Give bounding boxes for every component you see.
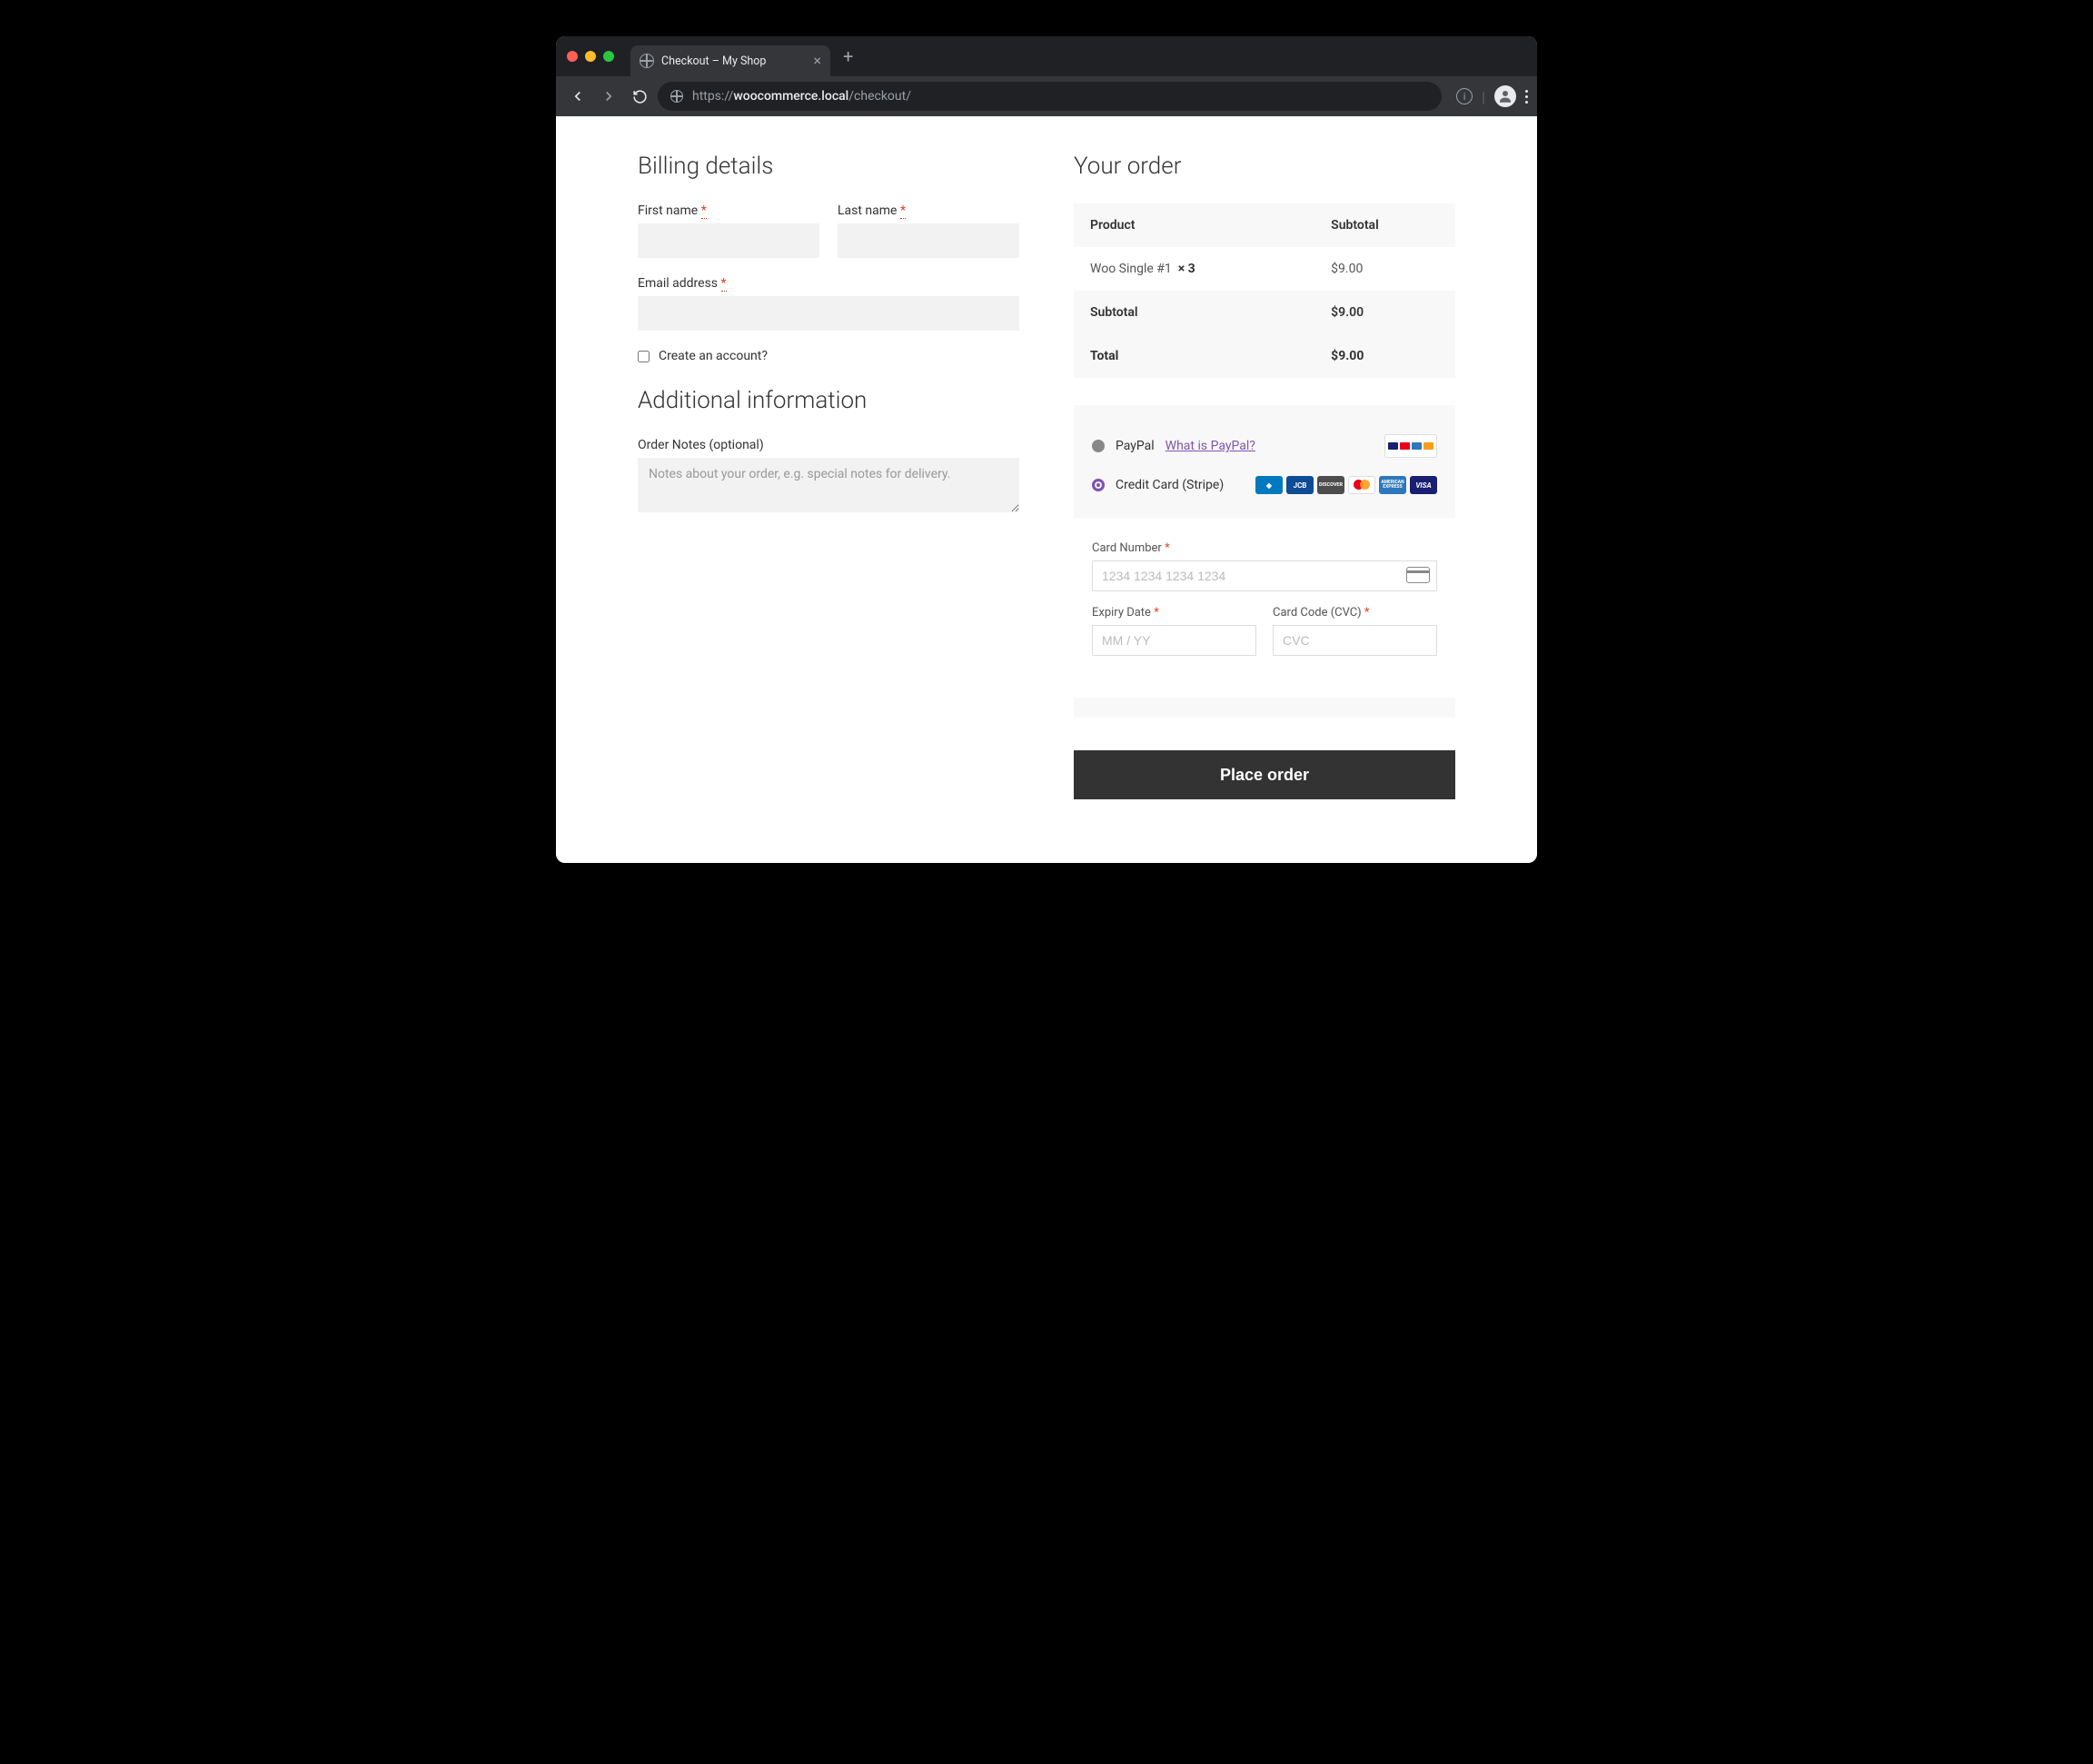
paypal-label: PayPal: [1116, 439, 1155, 453]
address-bar[interactable]: https://woocommerce.local/checkout/: [658, 82, 1442, 111]
payment-methods: PayPal What is PayPal?: [1074, 405, 1455, 718]
place-order-button[interactable]: Place order: [1074, 750, 1455, 799]
site-info-icon[interactable]: [670, 90, 683, 103]
order-notes-input[interactable]: [638, 458, 1019, 512]
last-name-input[interactable]: [838, 223, 1019, 258]
tab-title: Checkout – My Shop: [661, 55, 766, 68]
titlebar: Checkout – My Shop × +: [556, 36, 1537, 76]
order-notes-label: Order Notes (optional): [638, 438, 1019, 452]
profile-button[interactable]: [1494, 85, 1516, 107]
cvc-label: Card Code (CVC) *: [1273, 606, 1437, 619]
order-review-table: Product Subtotal Woo Single #1 × 3 $9.00: [1074, 203, 1455, 378]
browser-window: Checkout – My Shop × + https://woocommer…: [556, 36, 1537, 863]
expiry-input[interactable]: [1092, 625, 1256, 656]
visa-icon: VISA: [1410, 476, 1437, 494]
expiry-label: Expiry Date *: [1092, 606, 1256, 619]
radio-icon: [1092, 440, 1105, 452]
th-subtotal: Subtotal: [1314, 203, 1455, 247]
card-number-label: Card Number *: [1092, 541, 1437, 555]
line-item-qty: × 3: [1178, 262, 1195, 276]
subtotal-value: $9.00: [1314, 291, 1455, 334]
mastercard-icon: [1348, 476, 1375, 494]
stripe-label: Credit Card (Stripe): [1116, 478, 1224, 492]
paypal-cards-icon: [1384, 434, 1437, 458]
back-button[interactable]: [565, 84, 590, 109]
window-controls: [567, 51, 614, 62]
card-number-input[interactable]: [1092, 560, 1437, 591]
create-account-label: Create an account?: [659, 349, 768, 363]
order-heading: Your order: [1074, 153, 1455, 180]
browser-toolbar: https://woocommerce.local/checkout/ i |: [556, 76, 1537, 116]
globe-icon: [640, 54, 654, 68]
jcb-icon: JCB: [1286, 476, 1314, 494]
amex-icon: AMERICANEXPRESS: [1379, 476, 1406, 494]
info-icon[interactable]: i: [1456, 88, 1473, 104]
order-line-item: Woo Single #1 × 3 $9.00: [1074, 247, 1455, 291]
radio-selected-icon: [1092, 479, 1105, 491]
what-is-paypal-link[interactable]: What is PayPal?: [1166, 439, 1255, 453]
order-column: Your order Product Subtotal Woo Single #…: [1074, 153, 1455, 799]
close-window-button[interactable]: [567, 51, 578, 62]
payment-option-stripe[interactable]: Credit Card (Stripe) ◈ JCB DISCOVER AMER…: [1074, 467, 1455, 503]
browser-menu-button[interactable]: [1525, 90, 1528, 104]
discover-icon: DISCOVER: [1317, 476, 1344, 494]
th-product: Product: [1074, 203, 1314, 247]
billing-column: Billing details First name * Last name *: [638, 153, 1019, 799]
subtotal-label: Subtotal: [1074, 291, 1314, 334]
browser-tab[interactable]: Checkout – My Shop ×: [630, 45, 830, 76]
close-tab-button[interactable]: ×: [813, 54, 821, 68]
fullscreen-window-button[interactable]: [603, 51, 614, 62]
forward-button[interactable]: [596, 84, 621, 109]
cvc-input[interactable]: [1273, 625, 1437, 656]
email-input[interactable]: [638, 296, 1019, 331]
last-name-label: Last name *: [838, 203, 1019, 218]
total-value: $9.00: [1314, 334, 1455, 378]
create-account-checkbox[interactable]: [638, 351, 650, 362]
reload-button[interactable]: [627, 84, 652, 109]
email-label: Email address *: [638, 276, 1019, 291]
additional-heading: Additional information: [638, 387, 1019, 414]
first-name-label: First name *: [638, 203, 819, 218]
stripe-card-form: Card Number * Expiry Date: [1074, 518, 1455, 698]
minimize-window-button[interactable]: [585, 51, 596, 62]
new-tab-button[interactable]: +: [843, 45, 853, 67]
line-item-total: $9.00: [1314, 247, 1455, 291]
url-text: https://woocommerce.local/checkout/: [692, 89, 911, 104]
card-icon: [1406, 567, 1430, 583]
total-label: Total: [1074, 334, 1314, 378]
page-content: Billing details First name * Last name *: [556, 116, 1537, 863]
diners-icon: ◈: [1255, 476, 1283, 494]
first-name-input[interactable]: [638, 223, 819, 258]
billing-heading: Billing details: [638, 153, 1019, 180]
line-item-name: Woo Single #1: [1090, 262, 1172, 276]
payment-option-paypal[interactable]: PayPal What is PayPal?: [1074, 425, 1455, 467]
